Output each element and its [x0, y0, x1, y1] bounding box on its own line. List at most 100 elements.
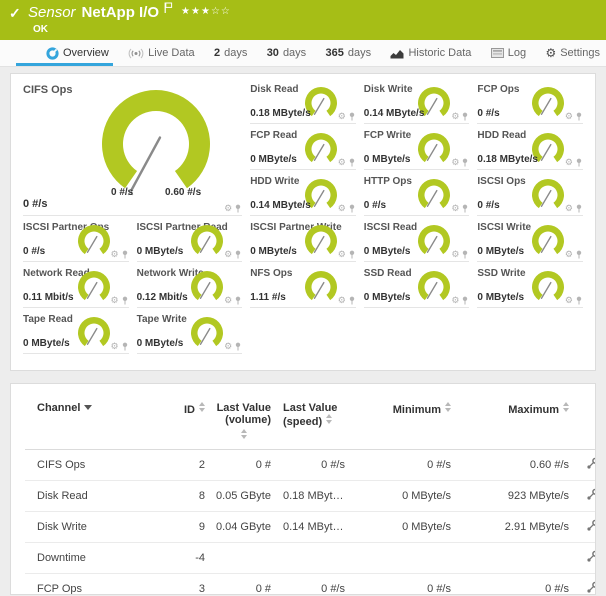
gear-icon[interactable]: ⚙ [338, 112, 346, 121]
channel-settings-icon[interactable] [586, 457, 597, 473]
gear-icon[interactable]: ⚙ [338, 158, 346, 167]
channel-name-cell[interactable]: Disk Write [25, 512, 167, 543]
gauge-tile[interactable]: Network Write 0.12 Mbit/s ⚙ [137, 264, 243, 308]
gear-icon[interactable]: ⚙ [338, 204, 346, 213]
column-header-channel[interactable]: Channel [25, 394, 167, 450]
sort-icon[interactable] [563, 402, 569, 412]
channel-settings-icon[interactable] [586, 488, 597, 504]
pin-icon[interactable] [122, 296, 128, 305]
gear-icon[interactable]: ⚙ [111, 250, 119, 259]
pin-icon[interactable] [349, 112, 355, 121]
gear-icon[interactable]: ⚙ [224, 296, 232, 305]
gear-icon[interactable]: ⚙ [565, 250, 573, 259]
column-header-last-value-speed[interactable]: Last Value (speed) [275, 394, 349, 450]
gauge-tile-primary[interactable]: CIFS Ops 0 #/s 0.60 #/s 0 #/s ⚙ [23, 80, 242, 216]
gear-icon[interactable]: ⚙ [451, 112, 459, 121]
sort-icon[interactable] [445, 402, 451, 412]
channel-name-cell[interactable]: Downtime [25, 543, 167, 574]
tab-overview[interactable]: Overview [46, 40, 109, 66]
gauge-tile[interactable]: FCP Ops 0 #/s ⚙ [477, 80, 583, 124]
gear-icon[interactable]: ⚙ [338, 250, 346, 259]
tab-live-data[interactable]: Live Data [128, 40, 194, 66]
tab-2-days[interactable]: 2 days [214, 40, 247, 66]
gauge-tile[interactable]: ISCSI Write 0 MByte/s ⚙ [477, 218, 583, 262]
table-row[interactable]: Disk Read 8 0.05 GByte 0.18 MByte/s 0 MB… [25, 481, 596, 512]
channel-name-cell[interactable]: CIFS Ops [25, 450, 167, 481]
gauge-tile[interactable]: Disk Read 0.18 MByte/s ⚙ [250, 80, 356, 124]
priority-flag-icon[interactable] [164, 1, 173, 19]
gauge-tile[interactable]: ISCSI Partner Read 0 MByte/s ⚙ [137, 218, 243, 262]
tab-settings[interactable]: ⚙ Settings [545, 40, 600, 66]
gear-icon[interactable]: ⚙ [338, 296, 346, 305]
channel-settings-icon[interactable] [586, 550, 597, 566]
pin-icon[interactable] [576, 204, 582, 213]
pin-icon[interactable] [349, 250, 355, 259]
gauge-tile[interactable]: Network Read 0.11 Mbit/s ⚙ [23, 264, 129, 308]
gear-icon[interactable]: ⚙ [451, 158, 459, 167]
gauge-tile[interactable]: ISCSI Ops 0 #/s ⚙ [477, 172, 583, 216]
pin-icon[interactable] [576, 158, 582, 167]
gear-icon[interactable]: ⚙ [451, 250, 459, 259]
priority-stars[interactable]: ★★★☆☆ [181, 6, 231, 17]
gear-icon[interactable]: ⚙ [111, 342, 119, 351]
gear-icon[interactable]: ⚙ [111, 296, 119, 305]
tab-historic-data[interactable]: Historic Data [390, 40, 471, 66]
gauge-tile[interactable]: HTTP Ops 0 #/s ⚙ [364, 172, 470, 216]
gauge-tile[interactable]: HDD Write 0.14 MByte/s ⚙ [250, 172, 356, 216]
gear-icon[interactable]: ⚙ [565, 204, 573, 213]
pin-icon[interactable] [235, 296, 241, 305]
pin-icon[interactable] [462, 250, 468, 259]
gauge-tile[interactable]: ISCSI Read 0 MByte/s ⚙ [364, 218, 470, 262]
gear-icon[interactable]: ⚙ [224, 204, 232, 213]
gauge-tile[interactable]: SSD Write 0 MByte/s ⚙ [477, 264, 583, 308]
pin-icon[interactable] [462, 158, 468, 167]
sort-caret-icon[interactable] [84, 405, 92, 410]
tab-365-days[interactable]: 365 days [326, 40, 372, 66]
pin-icon[interactable] [122, 342, 128, 351]
table-row[interactable]: Disk Write 9 0.04 GByte 0.14 MByte/s 0 M… [25, 512, 596, 543]
table-row[interactable]: FCP Ops 3 0 # 0 #/s 0 #/s 0 #/s [25, 574, 596, 596]
gear-icon[interactable]: ⚙ [224, 342, 232, 351]
pin-icon[interactable] [576, 112, 582, 121]
pin-icon[interactable] [235, 342, 241, 351]
gear-icon[interactable]: ⚙ [565, 158, 573, 167]
sort-icon[interactable] [199, 402, 205, 412]
table-row[interactable]: CIFS Ops 2 0 # 0 #/s 0 #/s 0.60 #/s [25, 450, 596, 481]
gauge-tile[interactable]: FCP Write 0 MByte/s ⚙ [364, 126, 470, 170]
column-header-id[interactable]: ID [167, 394, 209, 450]
pin-icon[interactable] [349, 158, 355, 167]
gauge-tile[interactable]: Tape Write 0 MByte/s ⚙ [137, 310, 243, 354]
pin-icon[interactable] [122, 250, 128, 259]
gear-icon[interactable]: ⚙ [565, 296, 573, 305]
gear-icon[interactable]: ⚙ [451, 296, 459, 305]
stars-filled[interactable]: ★★★ [181, 6, 211, 17]
tab-log[interactable]: Log [491, 40, 526, 66]
pin-icon[interactable] [576, 250, 582, 259]
gear-icon[interactable]: ⚙ [451, 204, 459, 213]
channel-name-cell[interactable]: Disk Read [25, 481, 167, 512]
gauge-tile[interactable]: ISCSI Partner Ops 0 #/s ⚙ [23, 218, 129, 262]
column-header-minimum[interactable]: Minimum [349, 394, 455, 450]
pin-icon[interactable] [349, 204, 355, 213]
table-row[interactable]: Downtime -4 [25, 543, 596, 574]
pin-icon[interactable] [576, 296, 582, 305]
sort-icon[interactable] [241, 429, 247, 439]
gauge-tile[interactable]: ISCSI Partner Write 0 MByte/s ⚙ [250, 218, 356, 262]
channel-name-cell[interactable]: FCP Ops [25, 574, 167, 596]
gauge-tile[interactable]: NFS Ops 1.11 #/s ⚙ [250, 264, 356, 308]
gauge-tile[interactable]: FCP Read 0 MByte/s ⚙ [250, 126, 356, 170]
pin-icon[interactable] [462, 112, 468, 121]
pin-icon[interactable] [462, 296, 468, 305]
column-header-last-value-volume[interactable]: Last Value (volume) [209, 394, 275, 450]
stars-empty[interactable]: ☆☆ [211, 6, 231, 17]
column-header-maximum[interactable]: Maximum [455, 394, 573, 450]
gauge-tile[interactable]: SSD Read 0 MByte/s ⚙ [364, 264, 470, 308]
tab-30-days[interactable]: 30 days [267, 40, 307, 66]
gauge-tile[interactable]: HDD Read 0.18 MByte/s ⚙ [477, 126, 583, 170]
pin-icon[interactable] [349, 296, 355, 305]
pin-icon[interactable] [235, 204, 241, 213]
channel-settings-icon[interactable] [586, 519, 597, 535]
gear-icon[interactable]: ⚙ [565, 112, 573, 121]
gauge-tile[interactable]: Tape Read 0 MByte/s ⚙ [23, 310, 129, 354]
pin-icon[interactable] [462, 204, 468, 213]
